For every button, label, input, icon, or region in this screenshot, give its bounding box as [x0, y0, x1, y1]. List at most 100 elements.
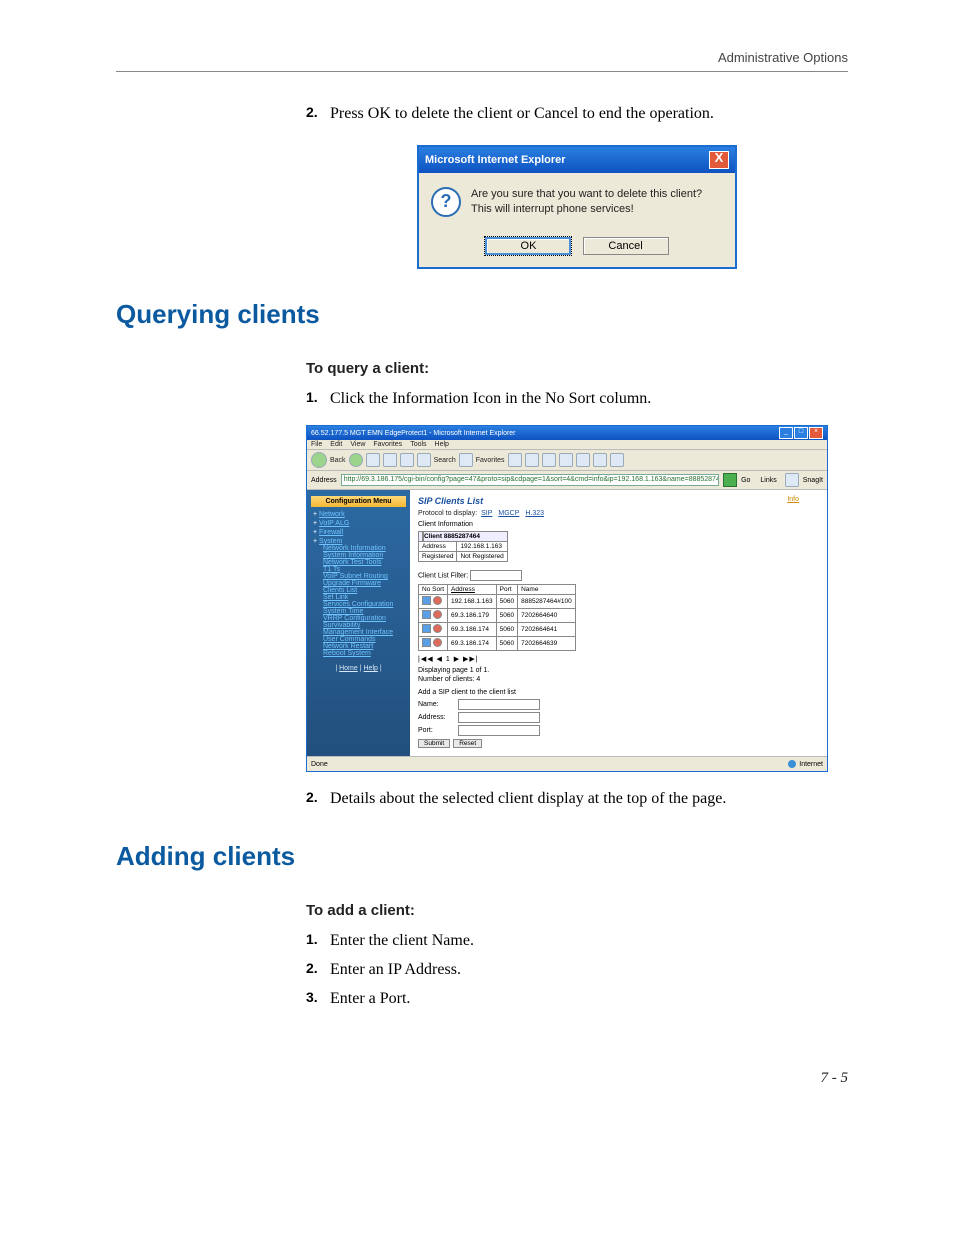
- delete-icon[interactable]: [433, 596, 442, 605]
- nav-services-config[interactable]: Services Configuration: [323, 601, 406, 608]
- menu-file[interactable]: File: [311, 441, 322, 448]
- nav-voip-alg[interactable]: VoIP ALG: [319, 520, 349, 527]
- dialog-titlebar: Microsoft Internet Explorer X: [419, 147, 735, 173]
- close-icon[interactable]: ×: [809, 427, 823, 439]
- nav-network[interactable]: Network: [319, 511, 345, 518]
- nav-user-commands[interactable]: User Commands: [323, 636, 406, 643]
- add-port-label: Port:: [418, 727, 458, 734]
- proto-mgcp[interactable]: MGCP: [498, 510, 519, 517]
- step-text: Details about the selected client displa…: [330, 787, 848, 810]
- nav-survivability[interactable]: Survivability: [323, 622, 406, 629]
- nav-network-info[interactable]: Network Information: [323, 545, 406, 552]
- cell-name: 8885287464#100: [518, 595, 576, 609]
- submit-button[interactable]: Submit: [418, 739, 450, 748]
- nav-net-test[interactable]: Network Test Tools: [323, 559, 406, 566]
- step-number: 2.: [306, 102, 330, 125]
- nav-help[interactable]: Help: [364, 665, 378, 672]
- dialog-line2: This will interrupt phone services!: [471, 202, 702, 217]
- cell-port: 5060: [496, 595, 517, 609]
- mail-icon[interactable]: [525, 453, 539, 467]
- links-label[interactable]: Links: [760, 477, 776, 484]
- messenger-icon[interactable]: [610, 453, 624, 467]
- add-addr-label: Address:: [418, 714, 458, 721]
- delete-icon[interactable]: [433, 624, 442, 633]
- add-name-input[interactable]: [458, 699, 540, 710]
- refresh-icon[interactable]: [383, 453, 397, 467]
- browser-titlebar: 66.52.177.5 MGT EMN EdgeProtect1 - Micro…: [307, 426, 827, 440]
- nav-home[interactable]: Home: [339, 665, 358, 672]
- discuss-icon[interactable]: [576, 453, 590, 467]
- nav-mgmt-iface[interactable]: Management Interface: [323, 629, 406, 636]
- print-icon[interactable]: [542, 453, 556, 467]
- nav-firewall[interactable]: Firewall: [319, 529, 343, 536]
- nav-reboot[interactable]: Reboot System: [323, 650, 406, 657]
- close-icon[interactable]: X: [709, 151, 729, 169]
- filter-input[interactable]: [470, 570, 522, 581]
- table-row: 69.3.186.179 5060 7202664640: [419, 609, 576, 623]
- info-icon[interactable]: [422, 610, 431, 619]
- client-count: Number of clients: 4: [418, 676, 819, 683]
- nav-t1-ts[interactable]: T1 Ts: [323, 566, 406, 573]
- col-port[interactable]: Port: [496, 585, 517, 595]
- menu-favorites[interactable]: Favorites: [373, 441, 402, 448]
- cell-name: 7202664641: [518, 623, 576, 637]
- client-info-table: Client 8885287464 Address 192.168.1.163 …: [418, 531, 508, 562]
- minimize-icon[interactable]: _: [779, 427, 793, 439]
- info-icon[interactable]: [422, 638, 431, 647]
- snagit-label[interactable]: SnagIt: [803, 477, 823, 484]
- delete-icon[interactable]: [433, 638, 442, 647]
- menu-help[interactable]: Help: [435, 441, 449, 448]
- back-label[interactable]: Back: [330, 457, 346, 464]
- nav-clients-list[interactable]: Clients List: [323, 587, 406, 594]
- go-label[interactable]: Go: [741, 477, 750, 484]
- proto-h323[interactable]: H.323: [525, 510, 544, 517]
- add-port-input[interactable]: [458, 725, 540, 736]
- pager[interactable]: |◀◀ ◀ 1 ▶ ▶▶|: [418, 655, 819, 663]
- history-icon[interactable]: [508, 453, 522, 467]
- nav-system-info[interactable]: System Information: [323, 552, 406, 559]
- add-addr-input[interactable]: [458, 712, 540, 723]
- nav-set-link[interactable]: Set Link: [323, 594, 406, 601]
- info-link[interactable]: Info: [787, 496, 799, 503]
- search-icon[interactable]: [417, 453, 431, 467]
- menu-tools[interactable]: Tools: [410, 441, 426, 448]
- cancel-button[interactable]: Cancel: [583, 237, 669, 255]
- snagit-icon[interactable]: [785, 473, 799, 487]
- favorites-label[interactable]: Favorites: [476, 457, 505, 464]
- stop-icon[interactable]: [366, 453, 380, 467]
- search-label[interactable]: Search: [434, 457, 456, 464]
- favorites-icon[interactable]: [459, 453, 473, 467]
- info-icon[interactable]: [422, 624, 431, 633]
- browser-toolbar: Back Search Favorites: [307, 450, 827, 471]
- nav-vrrp[interactable]: VRRP Configuration: [323, 615, 406, 622]
- nav-network-restart[interactable]: Network Restart: [323, 643, 406, 650]
- col-name[interactable]: Name: [518, 585, 576, 595]
- back-icon[interactable]: [311, 452, 327, 468]
- edit-icon[interactable]: [559, 453, 573, 467]
- nav-system[interactable]: System: [319, 538, 342, 545]
- col-address[interactable]: Address: [448, 585, 497, 595]
- ok-button[interactable]: OK: [485, 237, 571, 255]
- forward-icon[interactable]: [349, 453, 363, 467]
- delete-icon[interactable]: [433, 610, 442, 619]
- step-number: 2.: [306, 787, 330, 810]
- proto-sip[interactable]: SIP: [481, 510, 492, 517]
- client-info-header: Client Information: [418, 521, 819, 528]
- research-icon[interactable]: [593, 453, 607, 467]
- cell-port: 5060: [496, 637, 517, 651]
- go-icon[interactable]: [723, 473, 737, 487]
- address-input[interactable]: http://69.3.186.175/cgi-bin/config?page=…: [341, 474, 719, 486]
- menu-edit[interactable]: Edit: [330, 441, 342, 448]
- nav-upgrade-fw[interactable]: Upgrade Firmware: [323, 580, 406, 587]
- maximize-icon[interactable]: □: [794, 427, 808, 439]
- home-icon[interactable]: [400, 453, 414, 467]
- nav-voip-subnet[interactable]: VoIP Subnet Routing: [323, 573, 406, 580]
- dialog-title: Microsoft Internet Explorer: [425, 154, 566, 166]
- reset-button[interactable]: Reset: [453, 739, 482, 748]
- table-row: 192.168.1.163 5060 8885287464#100: [419, 595, 576, 609]
- step-text: Enter an IP Address.: [330, 958, 848, 981]
- info-icon[interactable]: [422, 596, 431, 605]
- menu-view[interactable]: View: [350, 441, 365, 448]
- nav-system-time[interactable]: System Time: [323, 608, 406, 615]
- confirm-dialog-figure: Microsoft Internet Explorer X ? Are you …: [417, 145, 737, 269]
